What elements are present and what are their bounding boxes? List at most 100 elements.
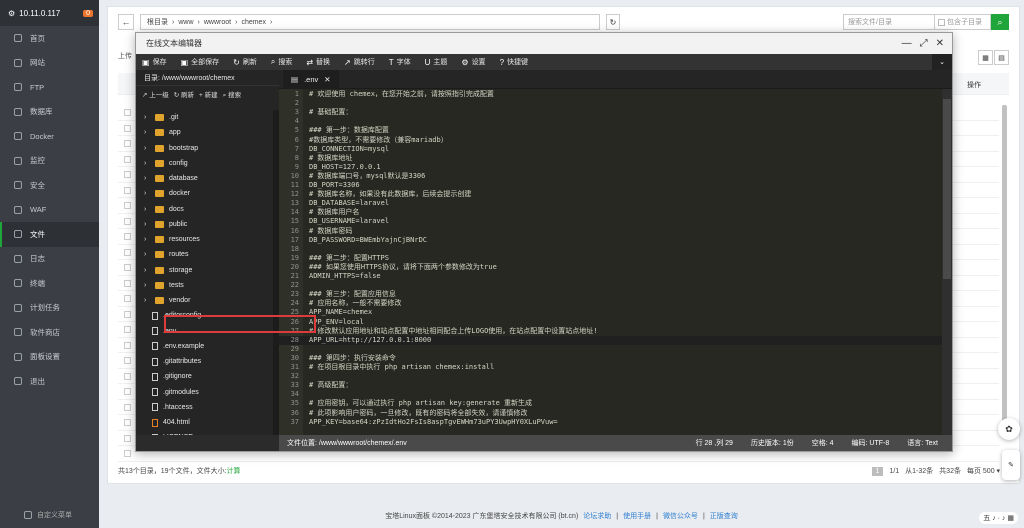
toolbar-button-0[interactable]: ▣ 保存 [142, 57, 167, 67]
tree-folder[interactable]: › bootstrap [136, 141, 279, 156]
code-line[interactable]: 11 DB_PORT=3306 [279, 181, 942, 190]
code-line[interactable]: 21 ADMIN_HTTPS=false [279, 272, 942, 281]
sidebar-item-5[interactable]: 监控 [0, 149, 99, 174]
row-checkbox[interactable] [124, 434, 131, 442]
toolbar-button-4[interactable]: ⇄ 替换 [306, 57, 330, 67]
tree-folder[interactable]: › .git [136, 110, 279, 125]
scrollbar[interactable] [1002, 105, 1007, 425]
crumb-wwwroot[interactable]: wwwroot [204, 19, 231, 26]
row-checkbox[interactable] [124, 109, 131, 116]
chevron-right-icon[interactable]: › [144, 175, 150, 182]
row-checkbox[interactable] [124, 341, 131, 349]
toolbar-button-8[interactable]: ⚙ 设置 [461, 57, 485, 67]
tree-folder[interactable]: › resources [136, 232, 279, 247]
minimize-icon[interactable]: — [902, 38, 912, 49]
sidebar-item-1[interactable]: 网站 [0, 51, 99, 76]
row-checkbox[interactable] [124, 202, 131, 209]
code-line[interactable]: 28 APP_URL=http://127.0.0.1:8000 [279, 335, 942, 345]
maximize-icon[interactable]: ⤢ [920, 38, 928, 49]
include-subdir-checkbox[interactable]: 包含子目录 [935, 14, 991, 30]
row-checkbox[interactable] [124, 186, 131, 194]
code-line[interactable]: 13 DB_DATABASE=laravel [279, 199, 942, 208]
toolbar-button-3[interactable]: ⌕ 搜索 [271, 57, 292, 67]
row-checkbox[interactable] [124, 310, 131, 318]
row-checkbox[interactable] [124, 403, 131, 411]
chevron-right-icon[interactable]: › [144, 160, 150, 167]
tab-env[interactable]: ▤ .env ✕ [283, 70, 339, 89]
code-line[interactable]: 37 APP_KEY=base64:zPzIdtHo2FsIs8aspTgvEWH… [279, 418, 942, 427]
tree-folder[interactable]: › tests [136, 278, 279, 293]
status-position[interactable]: 行 28 ,列 29 [696, 438, 733, 448]
grid-view-icon[interactable]: ▦ [978, 50, 993, 65]
sidebar-item-3[interactable]: 数据库 [0, 100, 99, 125]
chevron-right-icon[interactable]: › [144, 206, 150, 213]
tree-file[interactable]: .env.example [136, 339, 279, 354]
row-checkbox[interactable] [124, 388, 131, 395]
chevron-right-icon[interactable]: › [144, 236, 150, 243]
row-checkbox[interactable] [124, 419, 131, 426]
row-checkbox[interactable] [124, 155, 131, 163]
code-line[interactable]: 31 # 在项目根目录中执行 php artisan chemex:install [279, 363, 942, 372]
tree-file[interactable]: .htaccess [136, 400, 279, 415]
tree-folder[interactable]: › vendor [136, 293, 279, 308]
row-checkbox[interactable] [124, 171, 131, 178]
sidebar-item-4[interactable]: Docker [0, 124, 99, 149]
code-line[interactable]: 10 # 数据库端口号，mysql默认是3306 [279, 172, 942, 181]
code-line[interactable]: 3 # 基础配置： [279, 108, 942, 117]
toolbar-button-7[interactable]: U 主题 [425, 57, 448, 67]
notification-badge[interactable]: 0 [83, 9, 93, 17]
code-line[interactable]: 24 # 应用名称，一般不需要修改 [279, 299, 942, 308]
row-checkbox[interactable] [124, 450, 131, 457]
row-checkbox[interactable] [124, 124, 131, 132]
feedback-button[interactable]: ✎ [1002, 450, 1020, 480]
code-line[interactable]: 2 [279, 99, 942, 108]
calc-link[interactable]: 计算 [227, 466, 241, 476]
chevron-down-icon[interactable]: ⌄ [932, 54, 952, 70]
code-line[interactable]: 17 DB_PASSWORD=BWEmbYajnCjBNrDC [279, 236, 942, 245]
manual-link[interactable]: 使用手册 [623, 511, 651, 521]
code-line[interactable]: 15 DB_USERNAME=laravel [279, 217, 942, 226]
code-line[interactable]: 35 # 应用密钥，可以通过执行 php artisan key:generate… [279, 399, 942, 408]
tree-file[interactable]: 404.html [136, 415, 279, 430]
tree-refresh-button[interactable]: ↻ 刷新 [174, 89, 194, 99]
license-link[interactable]: 正版查询 [710, 511, 738, 521]
code-area[interactable]: 1 # 欢迎使用 chemex，在您开始之前，请按照指引完成配置 2 3 # 基础配置：… [279, 89, 952, 435]
file-search-input[interactable]: 搜索文件/目录 [843, 14, 935, 30]
code-line[interactable]: 1 # 欢迎使用 chemex，在您开始之前，请按照指引完成配置 [279, 90, 942, 99]
tree-new-button[interactable]: + 新建 [199, 89, 218, 99]
code-line[interactable]: 6 #数据库类型，不需要修改（兼容mariadb） [279, 136, 942, 145]
code-line[interactable]: 18 [279, 245, 942, 254]
tree-up-button[interactable]: ↗ 上一级 [142, 89, 169, 99]
status-language[interactable]: 语言: Text [907, 438, 938, 448]
code-line[interactable]: 29 [279, 345, 942, 354]
tree-folder[interactable]: › routes [136, 247, 279, 262]
row-checkbox[interactable] [124, 248, 131, 256]
code-line[interactable]: 14 # 数据库用户名 [279, 208, 942, 217]
forum-link[interactable]: 论坛求助 [583, 511, 611, 521]
row-checkbox[interactable] [124, 217, 131, 225]
code-line[interactable]: 16 # 数据库密码 [279, 227, 942, 236]
sidebar-item-14[interactable]: 退出 [0, 369, 99, 394]
code-line[interactable]: 23 ### 第三步：配置应用信息 [279, 290, 942, 299]
tree-search-button[interactable]: ⌕ 搜索 [223, 89, 241, 100]
wechat-link[interactable]: 微信公众号 [663, 511, 698, 521]
upload-label[interactable]: 上传 [118, 51, 132, 61]
toolbar-button-1[interactable]: ▣ 全部保存 [181, 57, 220, 67]
row-checkbox[interactable] [124, 264, 131, 271]
chevron-right-icon[interactable]: › [144, 297, 150, 304]
chevron-right-icon[interactable]: › [144, 267, 150, 274]
search-icon[interactable]: ⌕ [991, 14, 1009, 30]
row-checkbox[interactable] [124, 372, 131, 380]
row-checkbox[interactable] [124, 140, 131, 147]
code-line[interactable]: 19 ### 第二步：配置HTTPS [279, 254, 942, 263]
chevron-right-icon[interactable]: › [144, 129, 150, 136]
tree-folder[interactable]: › docker [136, 186, 279, 201]
row-checkbox[interactable] [124, 326, 131, 333]
chevron-right-icon[interactable]: › [144, 282, 150, 289]
tree-folder[interactable]: › storage [136, 263, 279, 278]
code-line[interactable]: 20 ### 如果您使用HTTPS协议，请将下面两个参数修改为true [279, 263, 942, 272]
sidebar-item-0[interactable]: 首页 [0, 26, 99, 51]
crumb-www[interactable]: www [178, 19, 193, 26]
chevron-right-icon[interactable]: › [144, 114, 150, 121]
status-encoding[interactable]: 编码: UTF-8 [852, 438, 890, 448]
